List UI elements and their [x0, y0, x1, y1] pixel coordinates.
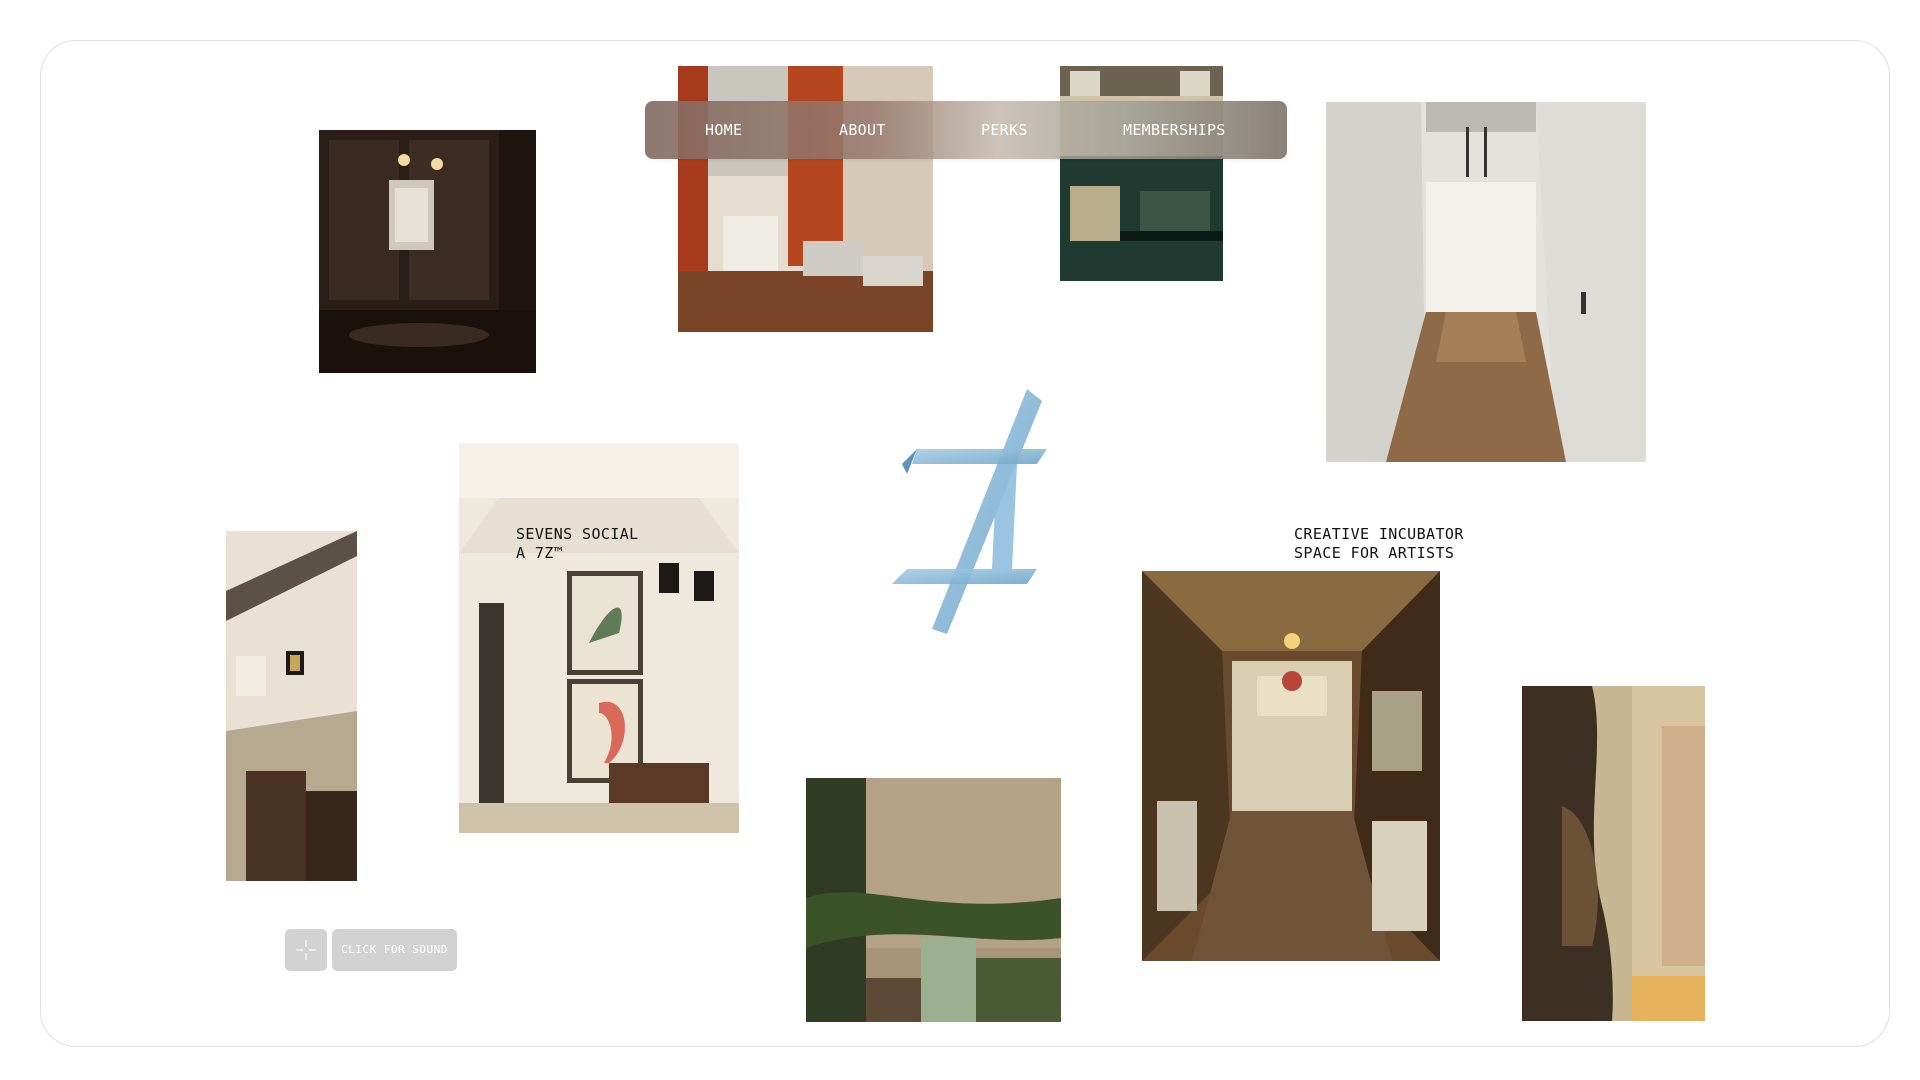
nav-home[interactable]: HOME: [705, 101, 742, 159]
photo-stone-wall-green-door: [806, 778, 1061, 1022]
photo-cafe-wall-chairs: [226, 531, 357, 881]
page-frame: SEVENS SOCIAL A 7Z™ CREATIVE INCUBATOR S…: [40, 40, 1890, 1047]
photo-green-facade: [1060, 66, 1223, 281]
caption-sevens-line1: SEVENS SOCIAL: [516, 525, 639, 543]
nav-perks[interactable]: PERKS: [981, 101, 1028, 159]
photo-white-hallway: [1326, 102, 1646, 462]
nav-about[interactable]: ABOUT: [839, 101, 886, 159]
caption-incubator-line2: SPACE FOR ARTISTS: [1294, 544, 1455, 562]
caption-sevens-social: SEVENS SOCIAL A 7Z™: [516, 525, 639, 563]
photo-sevens-social-room: [459, 443, 739, 833]
photo-artist-workshop-corridor: [1142, 571, 1440, 961]
7z-logo: [887, 389, 1077, 649]
click-for-sound-button[interactable]: CLICK FOR SOUND: [332, 929, 457, 971]
caption-incubator-line1: CREATIVE INCUBATOR: [1294, 525, 1464, 543]
sound-toggle-button[interactable]: [285, 929, 327, 971]
caption-creative-incubator: CREATIVE INCUBATOR SPACE FOR ARTISTS: [1294, 525, 1464, 563]
photo-dark-pub-interior: [319, 130, 536, 373]
photo-tree-facade: [1522, 686, 1705, 1021]
caption-sevens-line2: A 7Z™: [516, 544, 564, 562]
crosshair-icon: [296, 940, 316, 960]
main-nav: HOME ABOUT PERKS MEMBERSHIPS: [645, 101, 1287, 159]
nav-memberships[interactable]: MEMBERSHIPS: [1123, 101, 1226, 159]
